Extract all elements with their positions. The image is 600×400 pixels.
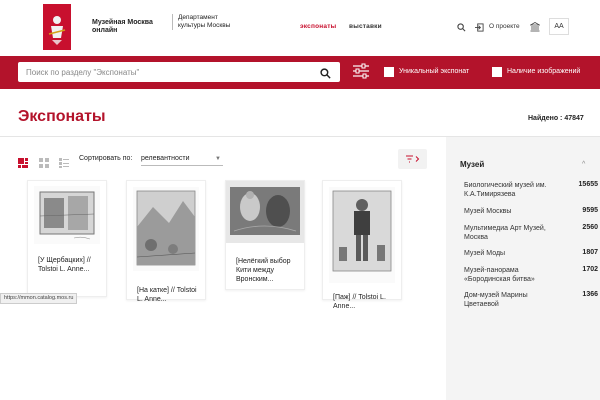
- font-size-toggle[interactable]: АА: [549, 18, 569, 35]
- filter-toggle-button[interactable]: [398, 149, 427, 169]
- exhibit-caption[interactable]: [На катке] // Tolstoi L. Anne...: [137, 286, 201, 304]
- filter-sidebar: Музей ^ Биологический музей им. К.А.Тими…: [446, 137, 600, 400]
- nav-tab-exhibitions[interactable]: выставки: [349, 23, 382, 30]
- museum-count: 2560: [582, 224, 598, 231]
- museum-name: Музей Моды: [464, 250, 506, 257]
- filter-icon: [405, 155, 419, 163]
- museum-count: 15655: [578, 181, 598, 188]
- museum-count: 1366: [582, 291, 598, 298]
- nav-tab-exhibits[interactable]: экспонаты: [300, 23, 336, 30]
- chevron-up-icon[interactable]: ^: [582, 161, 585, 168]
- exhibit-card[interactable]: [У Щербацких] // Tolstoi L. Anne...: [27, 180, 107, 297]
- exhibit-card[interactable]: [На катке] // Tolstoi L. Anne...: [126, 180, 206, 303]
- museum-building-icon[interactable]: [529, 21, 541, 33]
- exhibit-caption[interactable]: [У Щербацких] // Tolstoi L. Anne...: [38, 256, 102, 274]
- exhibit-image[interactable]: [226, 181, 304, 243]
- sort-select[interactable]: релевантности ▼: [141, 153, 223, 166]
- exhibit-image[interactable]: [133, 187, 199, 271]
- museum-name: Мультимедиа Арт Музей, Москва: [464, 225, 546, 241]
- unique-exhibit-label[interactable]: Уникальный экспонат: [399, 68, 469, 75]
- museum-filter-heading[interactable]: Музей: [460, 160, 484, 169]
- museum-count: 9595: [582, 207, 598, 214]
- museum-count: 1702: [582, 266, 598, 273]
- search-icon[interactable]: [455, 21, 467, 33]
- exhibit-image[interactable]: [34, 186, 100, 244]
- search-input[interactable]: Поиск по разделу "Экспонаты": [18, 62, 340, 82]
- brand-name[interactable]: Музейная Москва онлайн: [92, 19, 164, 35]
- exhibit-card[interactable]: [Нелёгкий выбор Кити между Вронским...: [225, 180, 305, 290]
- exhibit-image[interactable]: [329, 187, 395, 283]
- grid-small-view-icon[interactable]: [39, 155, 49, 168]
- moscow-coat-of-arms-logo[interactable]: [43, 4, 71, 50]
- museum-name: Музей Москвы: [464, 208, 512, 215]
- museum-name: Биологический музей им. К.А.Тимирязева: [464, 182, 547, 198]
- filter-sliders-icon[interactable]: [352, 63, 370, 79]
- chevron-down-icon: ▼: [215, 156, 221, 162]
- list-view-icon[interactable]: [59, 155, 69, 168]
- has-images-label[interactable]: Наличие изображений: [507, 68, 580, 75]
- status-url-tooltip: https://mmon.catalog.mos.ru: [0, 293, 78, 304]
- unique-exhibit-checkbox[interactable]: [384, 67, 394, 77]
- page-title: Экспонаты: [18, 108, 106, 125]
- museum-name: Дом-музей Марины Цветаевой: [464, 292, 528, 308]
- grid-large-view-icon[interactable]: [18, 155, 28, 168]
- about-link[interactable]: О проекте: [489, 23, 520, 30]
- exhibit-card[interactable]: [Паж] // Tolstoi L. Anne...: [322, 180, 402, 310]
- search-submit-icon[interactable]: [320, 66, 332, 79]
- exhibit-caption[interactable]: [Нелёгкий выбор Кити между Вронским...: [236, 257, 300, 284]
- login-icon[interactable]: [473, 21, 485, 33]
- department-name: Департамент культуры Москвы: [172, 14, 232, 30]
- title-row: Экспонаты Найдено : 47847: [0, 89, 600, 137]
- museum-count: 1807: [582, 249, 598, 256]
- museum-name: Музей-панорама «Бородинская битва»: [464, 267, 535, 283]
- has-images-checkbox[interactable]: [492, 67, 502, 77]
- results-count: Найдено : 47847: [528, 115, 584, 122]
- sort-label: Сортировать по:: [79, 155, 133, 162]
- exhibit-caption[interactable]: [Паж] // Tolstoi L. Anne...: [333, 293, 397, 311]
- site-header: Музейная Москва онлайн Департамент культ…: [0, 0, 600, 56]
- sort-select-value: релевантности: [141, 155, 190, 162]
